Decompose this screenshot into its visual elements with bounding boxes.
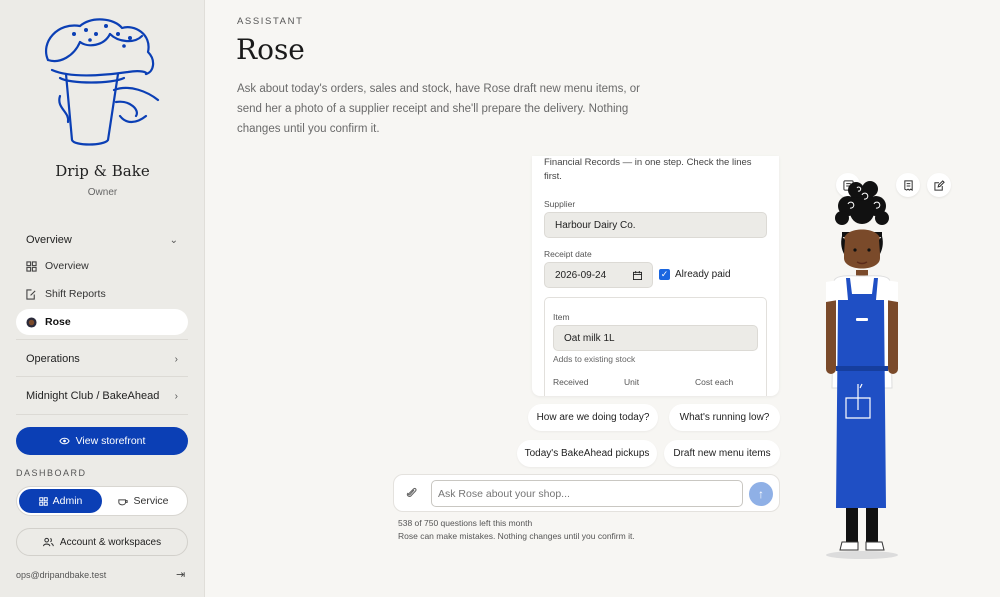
overview-group-toggle[interactable]: Overview ⌄ [16, 229, 188, 251]
item-field[interactable]: Oat milk 1L [553, 325, 758, 351]
midnight-group-toggle[interactable]: Midnight Club / BakeAhead › [16, 385, 188, 407]
sidebar-item-overview[interactable]: Overview [16, 253, 188, 279]
overview-group-label: Overview [26, 234, 72, 246]
grid-icon [38, 496, 48, 506]
grid-icon [26, 260, 37, 272]
supplier-label: Supplier [544, 199, 576, 209]
sidebar: Drip & Bake Owner Overview ⌄ Overview Sh… [0, 0, 205, 597]
line-item-box: Item Oat milk 1L Adds to existing stock … [544, 297, 767, 396]
sidebar-item-label: Rose [45, 316, 71, 328]
user-email: ops@dripandbake.test [16, 570, 107, 580]
midnight-label: Midnight Club / BakeAhead [26, 390, 160, 402]
dashboard-mode-toggle: Admin Service [16, 486, 188, 516]
operations-label: Operations [26, 353, 80, 365]
nav-group-operations: Operations › [16, 348, 188, 370]
unit-label: Unit [624, 377, 640, 387]
delivery-draft-card: Financial Records — in one step. Check t… [532, 156, 779, 396]
sidebar-item-label: Shift Reports [45, 288, 106, 300]
receipt-date-label: Receipt date [544, 249, 592, 259]
paperclip-icon[interactable] [406, 486, 417, 502]
disclaimer-note: Rose can make mistakes. Nothing changes … [398, 531, 635, 541]
cup-icon [118, 498, 129, 505]
suggestion-chip[interactable]: Draft new menu items [664, 440, 780, 467]
receipt-date-value: 2026-09-24 [555, 269, 607, 281]
cost-each-label: Cost each [695, 377, 734, 387]
chevron-right-icon: › [174, 353, 178, 365]
page-title: Rose [236, 33, 305, 66]
operations-group-toggle[interactable]: Operations › [16, 348, 188, 370]
checkbox-checked-icon: ✓ [659, 269, 670, 280]
croissant-cup-logo [45, 18, 160, 146]
sidebar-item-label: Overview [45, 260, 89, 272]
edit-icon[interactable] [927, 173, 951, 197]
already-paid-checkbox[interactable]: ✓ Already paid [659, 269, 731, 280]
brand-name: Drip & Bake [55, 162, 150, 180]
user-role: Owner [87, 187, 118, 198]
card-intro-text: Financial Records — in one step. Check t… [544, 157, 752, 182]
send-arrow-icon[interactable]: ↑ [749, 482, 773, 506]
toggle-service[interactable]: Service [102, 489, 185, 513]
received-label: Received [553, 377, 589, 387]
account-label: Account & workspaces [59, 536, 162, 548]
suggestion-chip[interactable]: How are we doing today? [528, 404, 658, 431]
page-intro: Ask about today's orders, sales and stoc… [237, 83, 640, 135]
eye-icon [58, 437, 70, 445]
logout-icon[interactable]: ⇥ [176, 568, 185, 581]
divider [16, 339, 188, 340]
already-paid-label: Already paid [675, 269, 731, 280]
rose-avatar-illustration [826, 181, 898, 559]
page-eyebrow: ASSISTANT [237, 16, 304, 27]
view-storefront-label: View storefront [75, 435, 146, 447]
toggle-admin[interactable]: Admin [19, 489, 102, 513]
chevron-right-icon: › [174, 390, 178, 402]
divider [16, 414, 188, 415]
calendar-icon [633, 270, 642, 280]
sidebar-item-rose[interactable]: Rose [16, 309, 188, 335]
receipt-date-field[interactable]: 2026-09-24 [544, 262, 653, 288]
avatar-icon [26, 316, 37, 328]
nav-group-overview: Overview ⌄ Overview Shift Reports Rose [16, 229, 188, 335]
view-storefront-button[interactable]: View storefront [16, 427, 188, 455]
chevron-down-icon: ⌄ [169, 234, 178, 246]
divider [16, 376, 188, 377]
users-icon [42, 537, 54, 547]
item-label: Item [553, 312, 570, 322]
report-edit-icon [26, 288, 36, 300]
toggle-admin-label: Admin [52, 495, 83, 507]
item-hint: Adds to existing stock [553, 354, 636, 364]
account-workspaces-button[interactable]: Account & workspaces [16, 528, 188, 556]
toggle-service-label: Service [133, 495, 169, 507]
nav-group-midnight: Midnight Club / BakeAhead › [16, 385, 188, 407]
sidebar-item-shift-reports[interactable]: Shift Reports [16, 281, 188, 307]
chat-composer: ↑ [393, 474, 780, 512]
suggestion-chip[interactable]: What's running low? [669, 404, 780, 431]
chat-input[interactable] [431, 480, 743, 507]
quota-note: 538 of 750 questions left this month [398, 518, 533, 528]
supplier-field[interactable]: Harbour Dairy Co. [544, 212, 767, 238]
suggestion-chip[interactable]: Today's BakeAhead pickups [517, 440, 657, 467]
dashboard-label: DASHBOARD [16, 468, 87, 478]
